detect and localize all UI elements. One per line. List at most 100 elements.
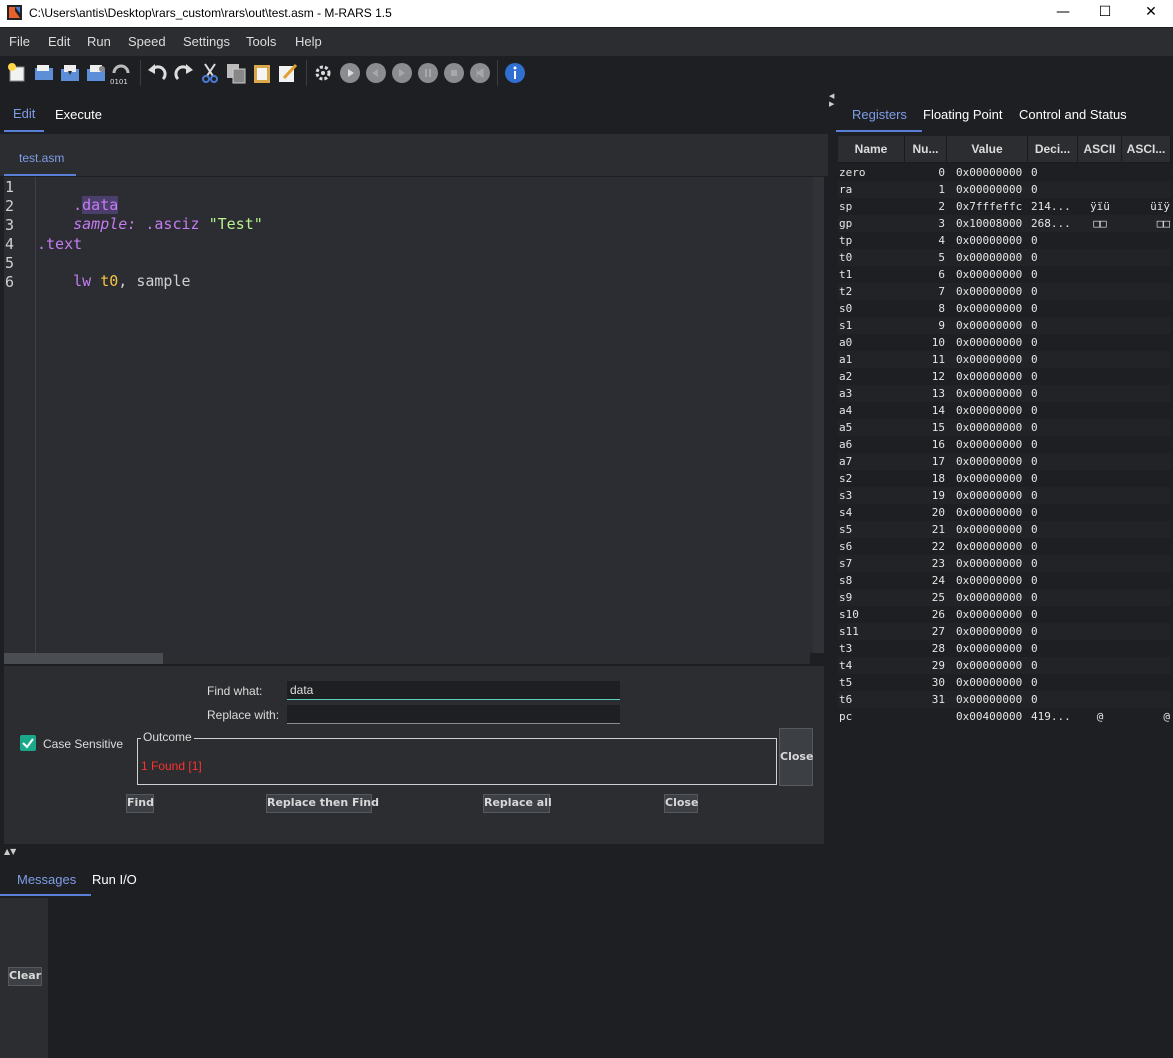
help-icon[interactable]	[503, 61, 527, 85]
table-row[interactable]: s0 8 0x00000000 0	[838, 300, 1171, 317]
table-row[interactable]: t1 6 0x00000000 0	[838, 266, 1171, 283]
copy-icon[interactable]	[224, 61, 248, 85]
column-header-name[interactable]: Name	[838, 136, 905, 163]
table-row[interactable]: s5 21 0x00000000 0	[838, 521, 1171, 538]
table-row[interactable]: s2 18 0x00000000 0	[838, 470, 1171, 487]
replace-input[interactable]	[287, 705, 620, 724]
table-row[interactable]: s8 24 0x00000000 0	[838, 572, 1171, 589]
table-row[interactable]: t6 31 0x00000000 0	[838, 691, 1171, 708]
file-tab-test-asm[interactable]: test.asm	[19, 151, 64, 165]
splitter-arrows-icon[interactable]: ▲▼	[4, 848, 16, 856]
table-row[interactable]: pc 0x00400000 419... @ @	[838, 708, 1171, 725]
save-icon[interactable]	[58, 61, 82, 85]
table-row[interactable]: a0 10 0x00000000 0	[838, 334, 1171, 351]
register-value: 0x00000000	[956, 319, 1023, 332]
menu-settings[interactable]: Settings	[183, 34, 230, 49]
menu-file[interactable]: File	[9, 34, 30, 49]
find-input[interactable]: data	[287, 681, 620, 700]
tab-edit[interactable]: Edit	[13, 106, 35, 121]
table-row[interactable]: s1 9 0x00000000 0	[838, 317, 1171, 334]
register-name: s6	[839, 540, 853, 553]
menu-tools[interactable]: Tools	[246, 34, 276, 49]
assemble-icon[interactable]	[311, 61, 335, 85]
maximize-button[interactable]: ☐	[1082, 0, 1128, 27]
table-row[interactable]: t4 29 0x00000000 0	[838, 657, 1171, 674]
column-header-ascii-2[interactable]: ASCI...	[1122, 136, 1171, 163]
scrollbar-thumb[interactable]	[4, 653, 163, 664]
table-row[interactable]: s7 23 0x00000000 0	[838, 555, 1171, 572]
table-row[interactable]: a2 12 0x00000000 0	[838, 368, 1171, 385]
new-file-icon[interactable]	[5, 61, 29, 85]
table-row[interactable]: s3 19 0x00000000 0	[838, 487, 1171, 504]
table-row[interactable]: s6 22 0x00000000 0	[838, 538, 1171, 555]
table-row[interactable]: tp 4 0x00000000 0	[838, 232, 1171, 249]
code-line-5: lw t0, sample	[37, 254, 190, 308]
table-row[interactable]: s9 25 0x00000000 0	[838, 589, 1171, 606]
register-decimal: 0	[1031, 336, 1038, 349]
table-row[interactable]: a5 15 0x00000000 0	[838, 419, 1171, 436]
find-replace-icon[interactable]	[276, 61, 300, 85]
table-row[interactable]: a1 11 0x00000000 0	[838, 351, 1171, 368]
menu-speed[interactable]: Speed	[128, 34, 166, 49]
replace-all-button[interactable]: Replace all	[483, 794, 552, 813]
table-row[interactable]: s4 20 0x00000000 0	[838, 504, 1171, 521]
cut-icon[interactable]	[198, 61, 222, 85]
table-row[interactable]: gp 3 0x10008000 268... □□ □□	[838, 215, 1171, 232]
table-row[interactable]: t5 30 0x00000000 0	[838, 674, 1171, 691]
case-sensitive-checkbox[interactable]	[20, 735, 36, 751]
menu-run[interactable]: Run	[87, 34, 111, 49]
column-header-value[interactable]: Value	[947, 136, 1028, 163]
table-row[interactable]: ra 1 0x00000000 0	[838, 181, 1171, 198]
column-header-decimal[interactable]: Deci...	[1028, 136, 1078, 163]
table-row[interactable]: s10 26 0x00000000 0	[838, 606, 1171, 623]
column-header-number[interactable]: Nu...	[905, 136, 947, 163]
tab-registers[interactable]: Registers	[852, 107, 907, 122]
paste-icon[interactable]	[250, 61, 274, 85]
table-row[interactable]: sp 2 0x7fffeffc 214... ÿïü üïÿ	[838, 198, 1171, 215]
menu-bar: File Edit Run Speed Settings Tools Help	[0, 28, 1173, 56]
undo-icon[interactable]	[145, 61, 169, 85]
table-row[interactable]: t2 7 0x00000000 0	[838, 283, 1171, 300]
close-side-button[interactable]: Close	[779, 728, 813, 786]
table-row[interactable]: zero 0 0x00000000 0	[838, 164, 1171, 181]
stop-icon[interactable]	[442, 61, 466, 85]
table-row[interactable]: a3 13 0x00000000 0	[838, 385, 1171, 402]
column-header-ascii[interactable]: ASCII	[1078, 136, 1122, 163]
step-icon[interactable]	[390, 61, 414, 85]
table-row[interactable]: a7 17 0x00000000 0	[838, 453, 1171, 470]
close-window-button[interactable]: ✕	[1128, 0, 1173, 27]
tab-control-status[interactable]: Control and Status	[1019, 107, 1127, 122]
menu-edit[interactable]: Edit	[48, 34, 70, 49]
table-row[interactable]: s11 27 0x00000000 0	[838, 623, 1171, 640]
dump-memory-icon[interactable]: 0101	[110, 61, 134, 85]
editor-horizontal-scrollbar[interactable]	[4, 653, 810, 664]
tab-execute[interactable]: Execute	[55, 107, 102, 122]
line-number: 6	[5, 273, 15, 291]
register-number: 9	[938, 319, 945, 332]
menu-help[interactable]: Help	[295, 34, 322, 49]
pane-splitter[interactable]: ◀ ▶	[828, 92, 836, 1058]
tab-run-io[interactable]: Run I/O	[92, 872, 137, 887]
open-file-icon[interactable]	[32, 61, 56, 85]
reset-icon[interactable]	[468, 61, 492, 85]
table-row[interactable]: a6 16 0x00000000 0	[838, 436, 1171, 453]
run-icon[interactable]	[338, 61, 362, 85]
splitter-collapse-icon[interactable]: ◀ ▶	[829, 92, 834, 108]
clear-button[interactable]: Clear	[8, 967, 42, 986]
table-row[interactable]: t0 5 0x00000000 0	[838, 249, 1171, 266]
tab-messages[interactable]: Messages	[17, 872, 76, 887]
save-as-icon[interactable]	[84, 61, 108, 85]
register-value: 0x00000000	[956, 693, 1023, 706]
tab-floating-point[interactable]: Floating Point	[923, 107, 1003, 122]
editor-vertical-scrollbar[interactable]	[813, 177, 824, 653]
find-button[interactable]: Find	[126, 794, 154, 813]
replace-then-find-button[interactable]: Replace then Find	[266, 794, 379, 813]
step-back-icon[interactable]	[364, 61, 388, 85]
close-button[interactable]: Close	[664, 794, 698, 813]
table-row[interactable]: a4 14 0x00000000 0	[838, 402, 1171, 419]
table-row[interactable]: t3 28 0x00000000 0	[838, 640, 1171, 657]
code-editor[interactable]: 1 2 3 4 5 6 .data sample: .asciz "Test" …	[4, 177, 824, 653]
pause-icon[interactable]	[416, 61, 440, 85]
minimize-button[interactable]: —	[1040, 0, 1086, 27]
redo-icon[interactable]	[172, 61, 196, 85]
